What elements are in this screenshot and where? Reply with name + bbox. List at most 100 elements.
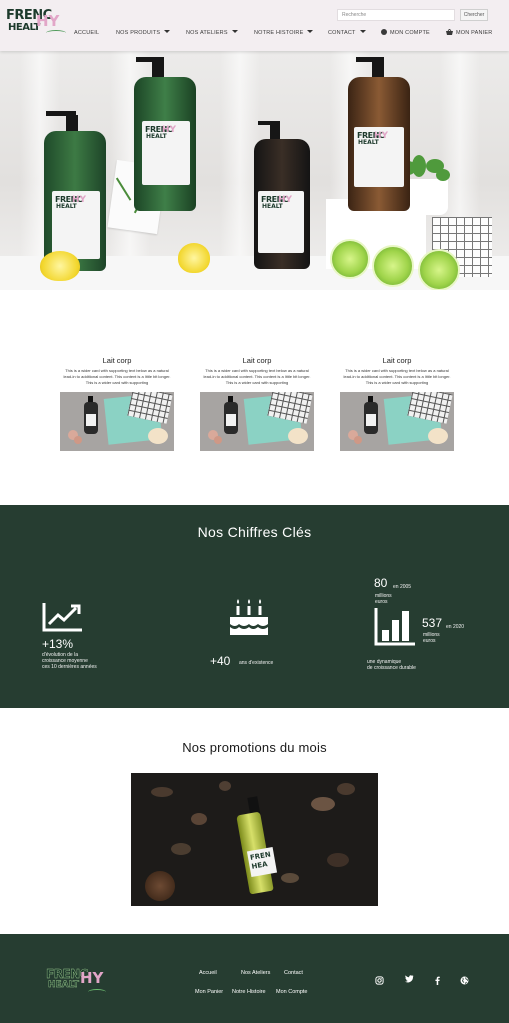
promo-petal [191,813,207,825]
footer-link-contact[interactable]: Contact [284,970,303,976]
growth-desc-3: ces 10 dernières années [42,664,97,670]
label-text-accent: HY [278,195,293,205]
footer-link-accueil[interactable]: Accueil [199,970,217,976]
chevron-down-icon [307,30,314,33]
bottle-pump-nozzle [258,121,280,125]
basket-icon [446,28,453,35]
card-image-flower [428,428,448,444]
plant-icon [436,169,450,181]
revenue-2020-year: en 2020 [446,624,465,630]
hero-image: FRENC HEALT HY FRENC HEALT HY FRENC HEAL… [0,51,509,290]
nav-item-ateliers[interactable]: NOS ATELIERS [186,29,238,37]
bottle-label: FRENC HEALT HY [258,191,304,253]
card-text: This is a wider card with supporting tex… [343,368,451,385]
promo-petal [171,843,191,855]
key-figures-section: Nos Chiffres Clés +13% d'évolution de la… [0,505,509,708]
card-text: This is a wider card with supporting tex… [63,368,171,385]
nav-item-label: NOS ATELIERS [186,30,228,36]
nav-item-label: MON PANIER [456,30,493,36]
growth-value: +13% [42,637,74,651]
nav-item-accueil[interactable]: ACCUEIL [74,29,99,37]
footer-link-ateliers[interactable]: Nos Ateliers [241,970,270,976]
footer-link-panier[interactable]: Mon Panier [195,989,223,995]
nav-item-label: CONTACT [328,30,356,36]
facebook-icon[interactable] [433,976,442,985]
promotions-title: Nos promotions du mois [182,740,327,755]
footer-logo[interactable]: FRENC HEALT HY [46,967,106,999]
promotion-image[interactable]: FREN HEA [131,773,378,906]
site-logo[interactable]: FRENC HEALT HY [6,8,66,42]
trending-up-icon [42,603,82,632]
card-image-decor [74,436,82,444]
bar-chart-icon [374,608,415,646]
chevron-down-icon [164,30,171,33]
palm-leaf-icon [115,177,132,201]
card-image-label [226,414,236,426]
promo-petal [311,797,335,811]
label-text-accent: HY [72,195,87,205]
lemon-slice-image [178,243,210,273]
revenue-2020-value: 537 [422,616,443,630]
nav-item-label: NOS PRODUITS [116,30,161,36]
bottle-pump-nozzle [356,57,384,62]
years-value: +40 [210,654,231,668]
card-title: Lait corp [102,356,132,365]
lime-slice-image [330,239,370,279]
promo-bottle-label: FREN HEA [246,846,278,878]
card-title: Lait corp [242,356,272,365]
revenue-2005-year: en 2005 [393,584,412,590]
bottle-pump-nozzle [136,57,164,62]
card-text: This is a wider card with supporting tex… [203,368,311,385]
bottle-pump-nozzle [46,111,76,116]
logo-leaf-icon [46,30,66,36]
promo-petal [281,873,299,883]
nav-item-histoire[interactable]: NOTRE HISTOIRE [254,29,314,37]
nav-item-cart[interactable]: MON PANIER [446,28,493,37]
instagram-icon[interactable] [375,976,384,985]
promo-label-text-2: HEA [250,860,269,871]
bottle-label: FRENC HEALT HY [354,127,404,187]
chevron-down-icon [231,30,238,33]
footer-link-compte[interactable]: Mon Compte [276,989,308,995]
page: FRENC HEALT HY Recherche Chercher ACCUEI… [0,0,509,1023]
bottle-label: FRENC HEALT HY [142,121,190,185]
nav-item-label: NOTRE HISTOIRE [254,30,304,36]
years-desc: ans d'existence [239,660,274,666]
card-image-label [86,414,96,426]
card-image-decor [214,436,222,444]
site-header: FRENC HEALT HY Recherche Chercher ACCUEI… [0,0,509,51]
birthday-cake-icon [230,599,268,635]
nav-item-produits[interactable]: NOS PRODUITS [116,29,171,37]
card-title: Lait corp [382,356,412,365]
revenue-desc-2: de croissance durable [367,665,416,671]
nav-item-contact[interactable]: CONTACT [328,29,366,37]
lime-slice-image [372,245,414,287]
card-image-flower [148,428,168,444]
lime-slice-image [418,249,460,290]
footer-logo-accent: HY [80,969,104,987]
site-footer: FRENC HEALT HY Accueil Nos Ateliers Cont… [0,934,509,1023]
promo-petal [219,781,231,791]
promo-petal [327,853,349,867]
twitter-icon[interactable] [405,974,414,983]
footer-logo-line2: HEALT [48,980,80,990]
card-image-decor [354,436,362,444]
globe-icon[interactable] [460,976,469,985]
card-image [340,392,454,451]
user-circle-icon [381,29,387,35]
card-image [200,392,314,451]
revenue-2005-unit-b: euros [375,599,388,605]
promo-petal [151,787,173,797]
revenue-2020-unit-b: euros [423,638,436,644]
label-text-accent: HY [374,131,389,141]
search-input[interactable]: Recherche [337,9,455,21]
nav-item-account[interactable]: MON COMPTE [381,29,430,37]
logo-leaf-icon [88,989,106,995]
footer-link-histoire[interactable]: Notre Histoire [232,989,266,995]
chevron-down-icon [359,30,366,33]
section-title: Nos Chiffres Clés [197,524,312,540]
label-text-accent: HY [162,125,177,135]
bottle-label: FRENC HEALT HY [52,191,100,259]
search-button[interactable]: Chercher [460,9,488,21]
card-image-label [366,414,376,426]
